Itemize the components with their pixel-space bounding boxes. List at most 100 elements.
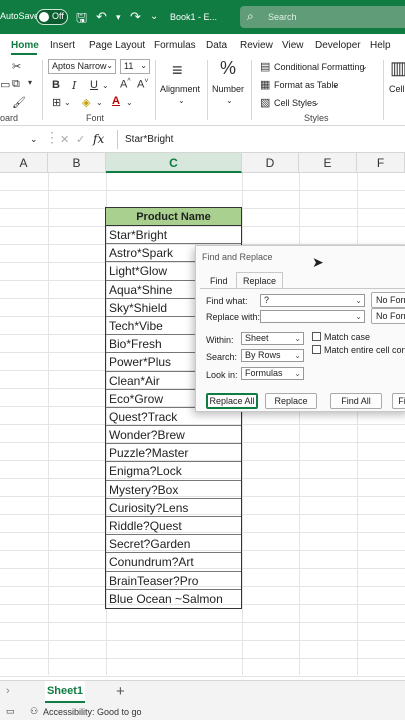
scroll-tabs-icon[interactable]: › (6, 685, 10, 697)
table-cell[interactable]: Curiosity?Lens (106, 499, 241, 517)
find-format-button[interactable]: No Form (371, 292, 405, 308)
font-name-box[interactable]: Aptos Narrow ⌄ (48, 59, 116, 74)
table-cell[interactable]: Conundrum?Art (106, 553, 241, 572)
column-header-a[interactable]: A (0, 153, 48, 173)
replace-button[interactable]: Replace (265, 393, 317, 409)
table-cell[interactable]: Puzzle?Master (106, 444, 241, 463)
column-header-e[interactable]: E (299, 153, 357, 173)
percent-icon[interactable]: % (220, 58, 236, 79)
table-cell[interactable]: Enigma?Lock (106, 462, 241, 481)
tab-help[interactable]: Help (370, 40, 391, 51)
table-cell[interactable]: Mystery?Box (106, 481, 241, 499)
undo-icon[interactable]: ↶ (96, 9, 107, 25)
search-select[interactable]: By Rows ⌄ (241, 349, 304, 362)
cut-icon[interactable]: ✂ (12, 60, 21, 73)
name-box-dropdown-icon[interactable]: ⌄ (30, 134, 38, 145)
tab-data[interactable]: Data (206, 40, 227, 51)
table-cell[interactable]: Secret?Garden (106, 535, 241, 554)
chevron-down-icon[interactable]: ⌄ (332, 80, 339, 89)
italic-icon[interactable]: I (72, 79, 76, 92)
undo-dropdown-icon[interactable]: ▾ (116, 12, 121, 23)
look-in-select[interactable]: Formulas ⌄ (241, 367, 304, 380)
search-box[interactable]: ⌕ Search (240, 6, 405, 28)
underline-icon[interactable]: U (90, 79, 98, 91)
toggle-knob (39, 12, 49, 22)
tab-home[interactable]: Home (11, 40, 39, 51)
font-group-label: Font (86, 113, 105, 123)
table-cell[interactable]: Riddle?Quest (106, 517, 241, 536)
tab-formulas[interactable]: Formulas (154, 40, 196, 51)
font-color-icon[interactable]: A (112, 95, 120, 107)
conditional-formatting-button[interactable]: Conditional Formatting (274, 62, 365, 72)
alignment-label[interactable]: Alignment (160, 84, 200, 94)
tab-view[interactable]: View (282, 40, 304, 51)
copy-icon[interactable]: ⧉ (12, 78, 20, 91)
chevron-down-icon[interactable]: ⌄ (96, 98, 103, 107)
cells-label[interactable]: Cell (389, 84, 405, 94)
add-sheet-icon[interactable]: + (116, 683, 125, 700)
customize-toolbar-icon[interactable]: ⌄ (150, 11, 158, 22)
status-bar: ▭ ⚇ Accessibility: Good to go (0, 704, 405, 720)
table-cell[interactable]: Blue Ocean ~Salmon (106, 590, 241, 608)
format-painter-icon[interactable]: 🖌 (12, 96, 26, 109)
font-size-box[interactable]: 11 ⌄ (120, 59, 150, 74)
accessibility-status[interactable]: Accessibility: Good to go (43, 707, 142, 717)
match-case-checkbox[interactable] (312, 332, 321, 341)
column-header-b[interactable]: B (48, 153, 106, 173)
tab-review[interactable]: Review (240, 40, 273, 51)
enter-icon[interactable]: ✓ (76, 133, 85, 146)
replace-all-button[interactable]: Replace All (206, 393, 258, 409)
search-value: By Rows (245, 350, 281, 360)
fill-color-icon[interactable]: ◈ (82, 96, 90, 109)
replace-format-button[interactable]: No Form (371, 308, 405, 324)
chevron-down-icon[interactable]: ⌄ (355, 311, 362, 322)
chevron-down-icon[interactable]: ⌄ (178, 96, 185, 105)
redo-icon[interactable]: ↷ (130, 9, 141, 25)
increase-font-icon[interactable]: A^ (120, 78, 131, 91)
table-cell[interactable]: Wonder?Brew (106, 426, 241, 445)
match-entire-checkbox[interactable] (312, 345, 321, 354)
table-header[interactable]: Product Name (106, 208, 241, 226)
chevron-down-icon[interactable]: ⌄ (226, 96, 233, 105)
chevron-down-icon[interactable]: ⌄ (313, 98, 320, 107)
chevron-down-icon[interactable]: ⌄ (64, 98, 71, 107)
format-as-table-button[interactable]: Format as Table (274, 80, 338, 90)
find-next-button[interactable]: Fi (392, 393, 405, 409)
tab-replace[interactable]: Replace (236, 272, 284, 289)
chevron-down-icon[interactable]: ⌄ (126, 98, 133, 107)
cells-icon[interactable]: ▥ (390, 58, 405, 79)
autosave-toggle[interactable]: Off (36, 9, 68, 25)
save-icon[interactable]: 🖫 (76, 9, 87, 31)
tab-insert[interactable]: Insert (50, 40, 75, 51)
insert-function-icon[interactable]: fx (93, 132, 104, 146)
sheet-tab-sheet1[interactable]: Sheet1 (45, 681, 85, 703)
replace-with-input[interactable]: ⌄ (260, 310, 365, 323)
borders-icon[interactable]: ⊞ (52, 96, 61, 109)
chevron-down-icon[interactable]: ⌄ (102, 81, 109, 90)
table-cell[interactable]: Star*Bright (106, 226, 241, 245)
bold-icon[interactable]: B (52, 79, 60, 91)
find-what-input[interactable]: ? ⌄ (260, 294, 365, 307)
within-select[interactable]: Sheet ⌄ (241, 332, 304, 345)
number-label[interactable]: Number (212, 84, 244, 94)
column-header-f[interactable]: F (357, 153, 405, 173)
column-header-d[interactable]: D (242, 153, 299, 173)
tab-find[interactable]: Find (210, 276, 228, 286)
chevron-down-icon[interactable]: ⌄ (361, 62, 368, 71)
column-header-c[interactable]: C (106, 153, 242, 173)
paste-icon[interactable]: ▭ (0, 78, 10, 91)
tab-page-layout[interactable]: Page Layout (89, 40, 145, 51)
table-cell[interactable]: BrainTeaser?Pro (106, 572, 241, 590)
accessibility-icon[interactable]: ⚇ (30, 706, 38, 717)
look-in-value: Formulas (245, 368, 283, 378)
chevron-down-icon[interactable]: ⌄ (355, 295, 362, 306)
alignment-icon[interactable]: ≡ (172, 60, 183, 81)
formula-input[interactable]: Star*Bright (125, 134, 173, 145)
decrease-font-icon[interactable]: A˅ (137, 78, 148, 91)
cancel-icon[interactable]: ✕ (60, 133, 69, 146)
font-size-value: 11 (124, 61, 134, 71)
find-all-button[interactable]: Find All (330, 393, 382, 409)
copy-dropdown-icon[interactable]: ▾ (28, 78, 32, 87)
tab-developer[interactable]: Developer (315, 40, 361, 51)
cell-styles-button[interactable]: Cell Styles (274, 98, 317, 108)
